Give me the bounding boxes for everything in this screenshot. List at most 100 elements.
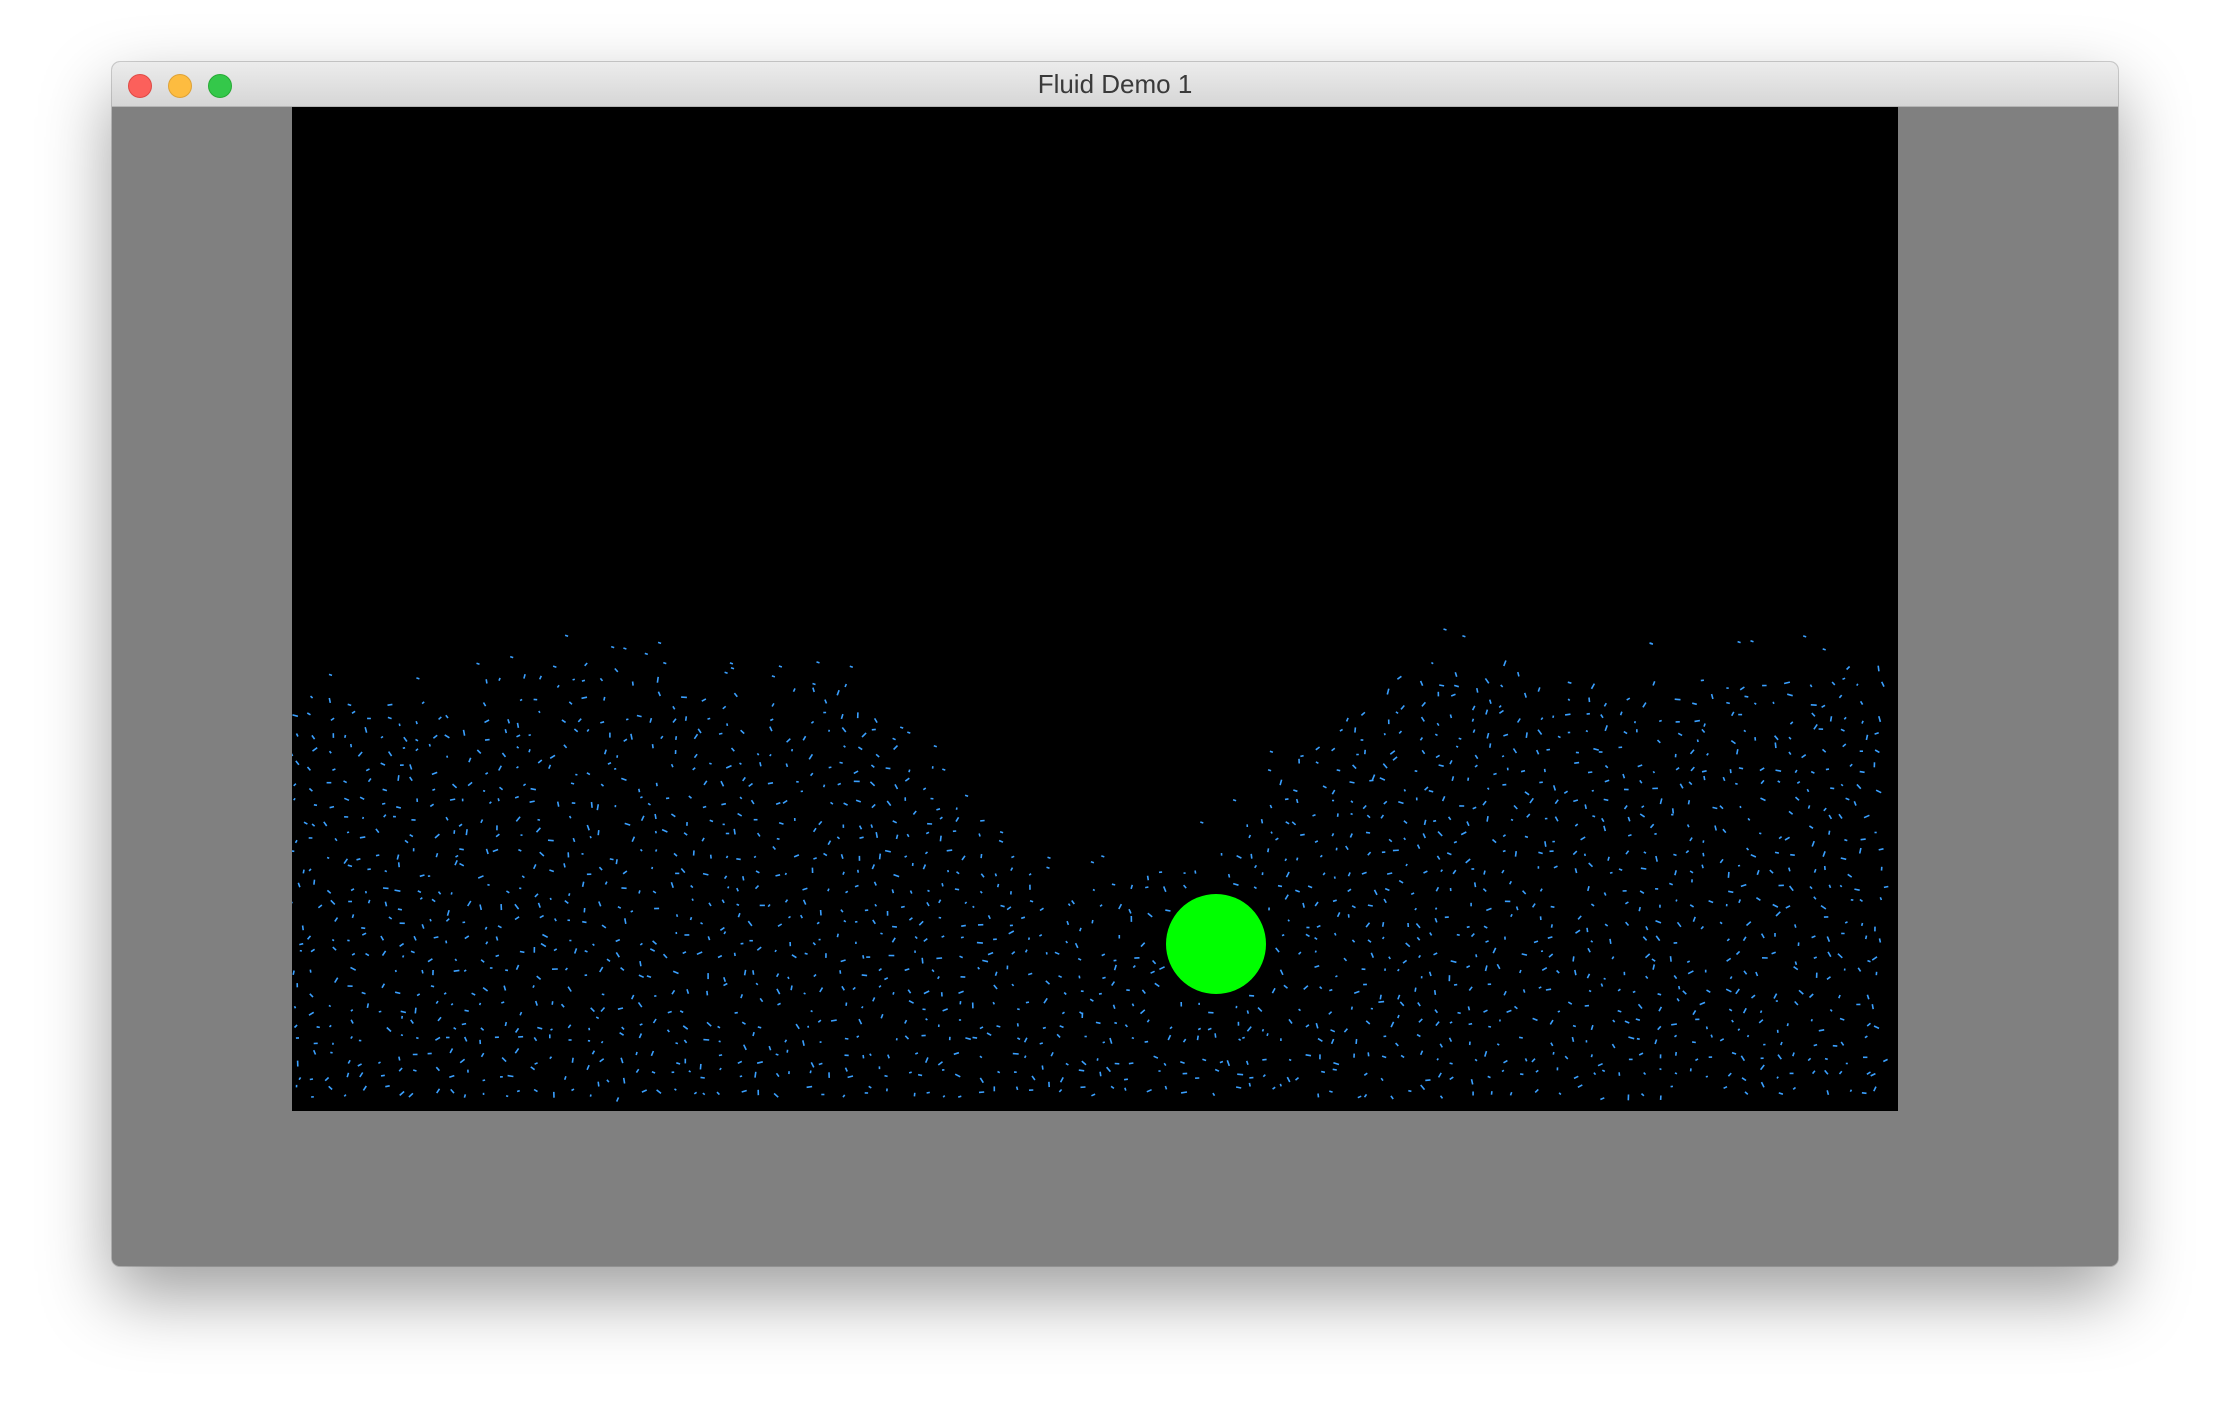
fluid-particle: [1740, 883, 1747, 888]
fluid-particle: [1742, 936, 1747, 942]
fluid-particle: [1840, 783, 1844, 787]
fluid-particle: [1331, 747, 1336, 752]
fluid-particle: [1545, 988, 1552, 991]
fluid-particle: [453, 1026, 457, 1030]
fluid-particle: [979, 890, 983, 894]
fluid-particle: [1533, 940, 1539, 944]
fluid-particle: [1645, 975, 1649, 980]
fluid-particle: [1470, 933, 1475, 938]
fluid-particle: [1065, 940, 1069, 944]
fluid-particle: [1840, 857, 1847, 861]
fluid-particle: [350, 1035, 353, 1040]
fluid-particle: [1826, 1090, 1830, 1096]
fluid-particle: [347, 1059, 351, 1064]
fluid-particle: [926, 901, 930, 907]
fluid-particle: [538, 710, 541, 714]
fluid-particle: [1535, 749, 1540, 755]
fluid-particle: [756, 752, 760, 756]
fluid-particle: [1874, 731, 1879, 735]
fluid-particle: [603, 749, 607, 755]
fluid-particle: [1275, 947, 1280, 953]
fluid-particle: [1547, 936, 1553, 939]
fluid-particle: [908, 769, 911, 773]
fluid-particle: [484, 719, 490, 724]
fluid-particle: [1110, 1085, 1115, 1090]
fluid-particle: [292, 753, 294, 757]
fluid-particle: [1467, 777, 1470, 781]
fluid-particle: [1861, 720, 1864, 724]
fluid-particle: [1743, 970, 1748, 975]
fluid-particle: [1674, 698, 1681, 701]
fluid-particle: [1294, 1076, 1300, 1081]
fluid-particle: [1400, 1054, 1405, 1059]
fluid-particle: [775, 1053, 779, 1056]
fluid-particle: [1439, 1043, 1443, 1048]
fluid-particle: [1710, 693, 1714, 700]
fluid-particle: [568, 893, 571, 897]
title-bar[interactable]: Fluid Demo 1: [112, 62, 2118, 107]
fluid-particle: [450, 1088, 455, 1094]
fluid-particle: [1305, 1054, 1312, 1057]
fluid-particle: [667, 1010, 672, 1014]
fluid-particle: [1755, 971, 1759, 977]
fluid-particle: [1590, 683, 1596, 690]
fluid-particle: [1450, 960, 1457, 964]
fluid-particle: [849, 665, 854, 669]
fluid-particle: [485, 848, 489, 855]
fluid-particle: [1496, 1043, 1500, 1046]
fluid-particle: [635, 1051, 638, 1056]
fluid-particle: [589, 835, 592, 839]
fluid-particle: [1449, 714, 1453, 719]
fluid-particle: [539, 914, 544, 919]
fluid-particle: [777, 1002, 781, 1006]
fluid-particle: [1592, 815, 1596, 818]
fluid-particle: [631, 681, 634, 686]
green-ball[interactable]: [1166, 894, 1266, 994]
fluid-particle: [1601, 1069, 1606, 1073]
fluid-particle: [1436, 855, 1441, 860]
fluid-particle: [784, 872, 788, 876]
fluid-particle: [1449, 760, 1453, 765]
fluid-particle: [1439, 1095, 1444, 1099]
fluid-particle: [1298, 951, 1302, 955]
fluid-particle: [501, 752, 507, 758]
fluid-particle: [1042, 1026, 1047, 1030]
fluid-particle: [615, 859, 618, 865]
fluid-particle: [1419, 737, 1424, 741]
fluid-particle: [937, 975, 940, 980]
fluid-particle: [429, 918, 432, 922]
fluid-particle: [421, 701, 425, 705]
fluid-particle: [639, 960, 642, 967]
fluid-particle: [615, 938, 621, 943]
fluid-particle: [1882, 1058, 1888, 1063]
fluid-particle: [364, 890, 367, 894]
fluid-particle: [759, 997, 764, 1003]
fluid-particle: [606, 958, 611, 963]
fluid-particle: [1820, 904, 1827, 910]
fluid-particle: [1124, 1087, 1127, 1091]
fluid-particle: [1575, 929, 1581, 934]
fluid-particle: [1196, 1035, 1199, 1041]
fluid-particle: [1389, 750, 1396, 755]
fluid-particle: [1045, 980, 1051, 985]
fluid-particle: [482, 789, 486, 792]
fluid-particle: [842, 871, 845, 875]
fluid-particle: [980, 873, 985, 878]
fluid-particle: [1840, 728, 1845, 732]
fluid-particle: [1778, 1092, 1784, 1095]
fluid-particle: [623, 647, 627, 650]
fluid-particle: [1556, 969, 1560, 974]
simulation-canvas[interactable]: [292, 107, 1898, 1111]
fluid-particle: [878, 853, 882, 860]
fluid-particle: [1822, 648, 1826, 651]
fluid-particle: [716, 1091, 720, 1096]
fluid-particle: [1759, 767, 1765, 772]
fluid-particle: [1316, 924, 1321, 928]
fluid-particle: [1624, 1020, 1630, 1024]
fluid-particle: [1482, 888, 1487, 892]
fluid-particle: [823, 852, 828, 857]
fluid-particle: [623, 738, 628, 742]
fluid-particle: [1691, 1041, 1696, 1044]
fluid-particle: [620, 1057, 624, 1064]
fluid-particle: [444, 734, 450, 739]
